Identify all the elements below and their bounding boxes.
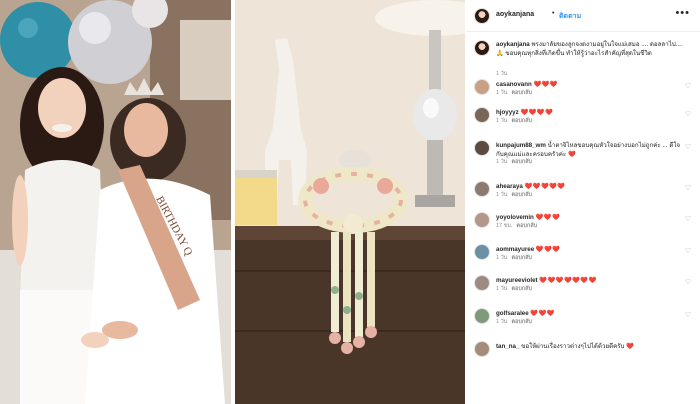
comment-time: 1 วัน <box>496 118 508 124</box>
comment-time: 1 วัน <box>496 159 508 165</box>
reply-button[interactable]: ตอบกลับ <box>511 192 532 198</box>
more-options-icon[interactable]: ••• <box>675 7 690 19</box>
reply-button[interactable]: ตอบกลับ <box>511 255 532 261</box>
comment-hearts: ❤️❤️❤️ <box>535 214 561 221</box>
caption-username[interactable]: aoykanjana <box>496 41 530 48</box>
comment-time: 17 ชม. <box>496 223 513 229</box>
comment-hearts: ❤️❤️❤️❤️ <box>520 109 554 116</box>
heart-icon[interactable]: ♡ <box>685 110 691 118</box>
comment-meta: 1 วัน ตอบกลับ <box>496 158 532 166</box>
comment-text: kunpajum88_wm น้ำตาจิไหลขอบคุณหัวใจอย่าง… <box>496 142 684 159</box>
heart-icon[interactable]: ♡ <box>685 143 691 151</box>
heart-icon[interactable]: ♡ <box>685 82 691 90</box>
comment-avatar[interactable] <box>474 308 490 324</box>
comment-hearts: ❤️❤️❤️❤️❤️❤️❤️ <box>539 277 597 284</box>
comment-item: ahearaya ❤️❤️❤️❤️❤️ 1 วัน ตอบกลับ ♡ <box>466 180 700 208</box>
caption-time: 1 วัน <box>496 71 508 77</box>
birthday-photo: BIRTHDAY Q <box>0 0 231 404</box>
garland-photo <box>235 0 465 404</box>
comment-hearts: ❤️❤️❤️❤️❤️ <box>524 183 566 190</box>
reply-button[interactable]: ตอบกลับ <box>511 319 532 325</box>
comment-hearts: ❤️❤️❤️ <box>533 81 559 88</box>
comment-avatar[interactable] <box>474 244 490 260</box>
comment-item: mayureeviolet ❤️❤️❤️❤️❤️❤️❤️ 1 วัน ตอบกลับ… <box>466 274 700 302</box>
comment-item: casanovann ❤️❤️❤️ 1 วัน ตอบกลับ ♡ <box>466 78 700 106</box>
comment-meta: 1 วัน ตอบกลับ <box>496 285 532 293</box>
reply-button[interactable]: ตอบกลับ <box>511 286 532 292</box>
comment-username[interactable]: tan_na_ <box>496 343 519 350</box>
comment-hearts: ❤️ <box>567 150 577 158</box>
comment-avatar[interactable] <box>474 275 490 291</box>
heart-icon[interactable]: ♡ <box>685 311 691 319</box>
comment-item: aommayuree ❤️❤️❤️ 1 วัน ตอบกลับ ♡ <box>466 243 700 271</box>
comment-username[interactable]: aommayuree <box>496 246 534 253</box>
separator-dot: • <box>552 10 555 17</box>
comment-username[interactable]: casanovann <box>496 81 532 88</box>
comment-username[interactable]: yoyolovemin <box>496 214 534 221</box>
follow-button[interactable]: ติดตาม <box>559 11 581 22</box>
comment-meta: 1 วัน ตอบกลับ <box>496 318 532 326</box>
comment-username[interactable]: hjoyyyz <box>496 109 519 116</box>
heart-icon[interactable]: ♡ <box>685 278 691 286</box>
comment-username[interactable]: kunpajum88_wm <box>496 142 546 149</box>
comment-username[interactable]: ahearaya <box>496 183 523 190</box>
comment-text: tan_na_ ขอให้ผ่านเรื่องราวต่างๆไปได้ด้วย… <box>496 343 684 352</box>
avatar[interactable] <box>474 8 490 24</box>
comment-item: golfsaralee ❤️❤️❤️ 1 วัน ตอบกลับ ♡ <box>466 307 700 335</box>
comment-time: 1 วัน <box>496 255 508 261</box>
comment-meta: 1 วัน ตอบกลับ <box>496 254 532 262</box>
comment-avatar[interactable] <box>474 79 490 95</box>
comment-time: 1 วัน <box>496 319 508 325</box>
reply-button[interactable]: ตอบกลับ <box>511 159 532 165</box>
comment-time: 1 วัน <box>496 192 508 198</box>
heart-icon[interactable]: ♡ <box>685 247 691 255</box>
comment-hearts: ❤️❤️❤️ <box>530 310 556 317</box>
caption-text: aoykanjana พรงมาลัยของลูกจงดงามอยู่ในใจแ… <box>496 40 692 58</box>
comment-meta: 1 วัน ตอบกลับ <box>496 117 532 125</box>
comment-hearts: ❤️ <box>626 343 635 350</box>
comment-meta: 17 ชม. ตอบกลับ <box>496 222 537 230</box>
comment-username[interactable]: golfsaralee <box>496 310 529 317</box>
comment-avatar[interactable] <box>474 341 490 357</box>
reply-button[interactable]: ตอบกลับ <box>517 223 538 229</box>
comment-avatar[interactable] <box>474 181 490 197</box>
comment-username[interactable]: mayureeviolet <box>496 277 538 284</box>
reply-button[interactable]: ตอบกลับ <box>511 90 532 96</box>
comment-body: ขอให้ผ่านเรื่องราวต่างๆไปได้ด้วยดีครับ <box>521 343 625 350</box>
comment-item: kunpajum88_wm น้ำตาจิไหลขอบคุณหัวใจอย่าง… <box>466 139 700 167</box>
comment-item: hjoyyyz ❤️❤️❤️❤️ 1 วัน ตอบกลับ ♡ <box>466 106 700 134</box>
comment-time: 1 วัน <box>496 286 508 292</box>
comment-time: 1 วัน <box>496 90 508 96</box>
comment-item: yoyolovemin ❤️❤️❤️ 17 ชม. ตอบกลับ ♡ <box>466 211 700 239</box>
comment-avatar[interactable] <box>474 140 490 156</box>
comment-avatar[interactable] <box>474 212 490 228</box>
heart-icon[interactable]: ♡ <box>685 184 691 192</box>
comment-hearts: ❤️❤️❤️ <box>535 246 561 253</box>
watermark-overlay <box>658 352 700 404</box>
post-username[interactable]: aoykanjana <box>496 11 534 18</box>
post-header: aoykanjana • ติดตาม ••• <box>466 0 700 32</box>
comment-avatar[interactable] <box>474 107 490 123</box>
caption-avatar[interactable] <box>474 40 490 56</box>
post-panel: aoykanjana • ติดตาม ••• aoykanjana พรงมา… <box>466 0 700 404</box>
reply-button[interactable]: ตอบกลับ <box>511 118 532 124</box>
heart-icon[interactable]: ♡ <box>685 215 691 223</box>
comment-meta: 1 วัน ตอบกลับ <box>496 191 532 199</box>
comment-meta: 1 วัน ตอบกลับ <box>496 89 532 97</box>
